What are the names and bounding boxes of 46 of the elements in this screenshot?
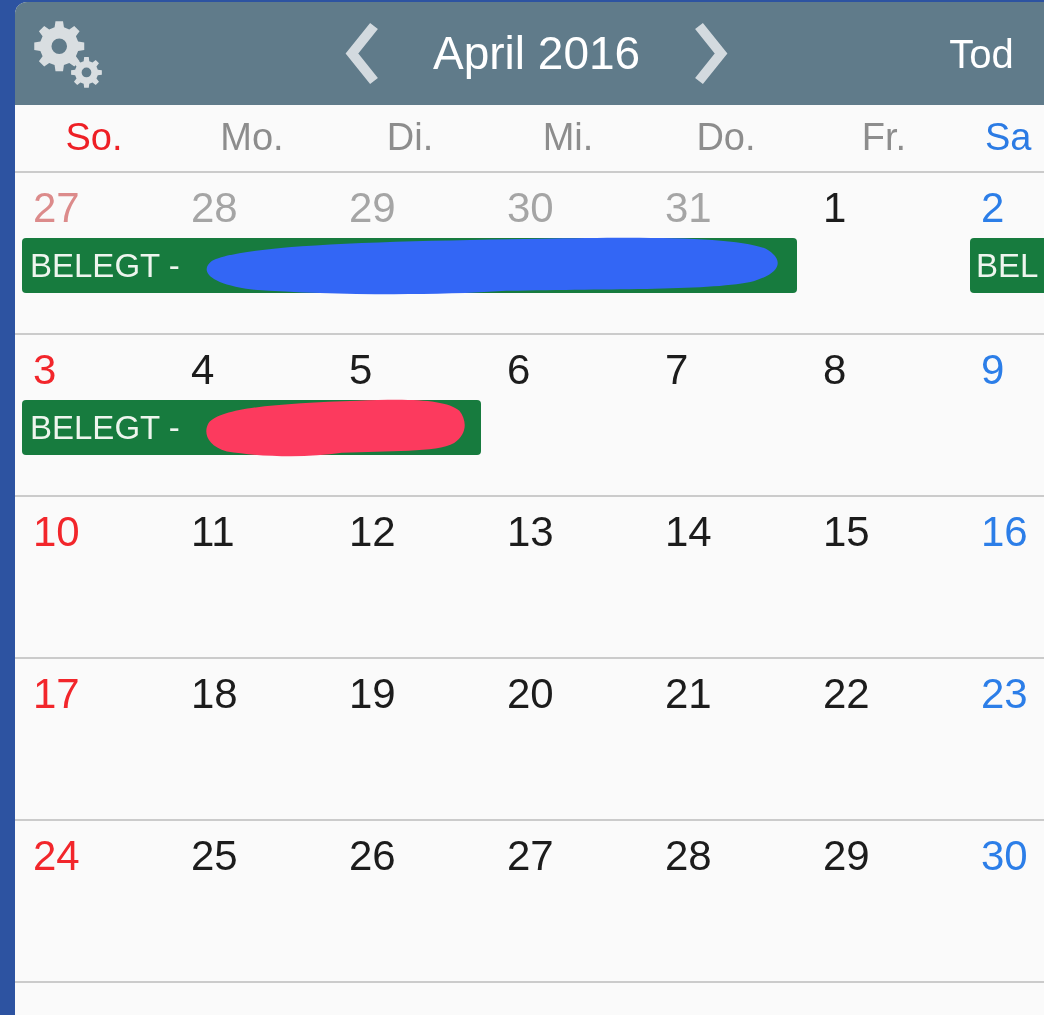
day-number[interactable]: 14 <box>665 507 712 557</box>
day-number[interactable]: 21 <box>665 669 712 719</box>
day-number[interactable]: 11 <box>191 507 235 557</box>
weekday-label: Do. <box>696 115 756 161</box>
day-number[interactable]: 19 <box>349 669 396 719</box>
day-number[interactable]: 8 <box>823 345 847 395</box>
day-number[interactable]: 15 <box>823 507 870 557</box>
weekday-label: Di. <box>386 115 434 161</box>
day-number[interactable]: 23 <box>981 669 1028 719</box>
today-button[interactable]: Tod <box>949 33 1014 74</box>
weekday-label: Fr. <box>861 115 907 161</box>
event-bar[interactable]: BELEGT - <box>22 238 797 293</box>
day-number[interactable]: 24 <box>33 831 80 881</box>
weekday-label: Mo. <box>220 115 284 161</box>
event-bar[interactable]: BELEGT - <box>22 400 481 455</box>
day-number[interactable]: 6 <box>507 345 531 395</box>
day-number[interactable]: 9 <box>981 345 1005 395</box>
day-number[interactable]: 4 <box>191 345 215 395</box>
chevron-left-icon <box>343 22 380 85</box>
settings-button[interactable] <box>33 18 103 89</box>
day-number[interactable]: 18 <box>191 669 238 719</box>
day-number[interactable]: 26 <box>349 831 396 881</box>
previous-month-button[interactable] <box>343 22 380 85</box>
day-number[interactable]: 16 <box>981 507 1028 557</box>
day-number[interactable]: 27 <box>507 831 554 881</box>
day-number[interactable]: 22 <box>823 669 870 719</box>
day-number[interactable]: 3 <box>33 345 57 395</box>
day-number[interactable]: 2 <box>981 183 1005 233</box>
day-number[interactable]: 5 <box>349 345 373 395</box>
weekday-label: Mi. <box>542 115 594 161</box>
day-number[interactable]: 28 <box>665 831 712 881</box>
day-number[interactable]: 13 <box>507 507 554 557</box>
weekday-label: Sa <box>984 115 1032 161</box>
day-number[interactable]: 25 <box>191 831 238 881</box>
day-number[interactable]: 29 <box>823 831 870 881</box>
event-bar[interactable]: BEL <box>970 238 1044 293</box>
day-number[interactable]: 7 <box>665 345 689 395</box>
settings-icon <box>33 18 103 89</box>
day-number[interactable]: 30 <box>981 831 1028 881</box>
weekday-label: So. <box>65 115 123 161</box>
day-number[interactable]: 20 <box>507 669 554 719</box>
day-number[interactable]: 1 <box>823 183 847 233</box>
day-number[interactable]: 10 <box>33 507 80 557</box>
day-number[interactable]: 12 <box>349 507 396 557</box>
day-number[interactable]: 17 <box>33 669 80 719</box>
month-title: April 2016 <box>433 28 641 79</box>
